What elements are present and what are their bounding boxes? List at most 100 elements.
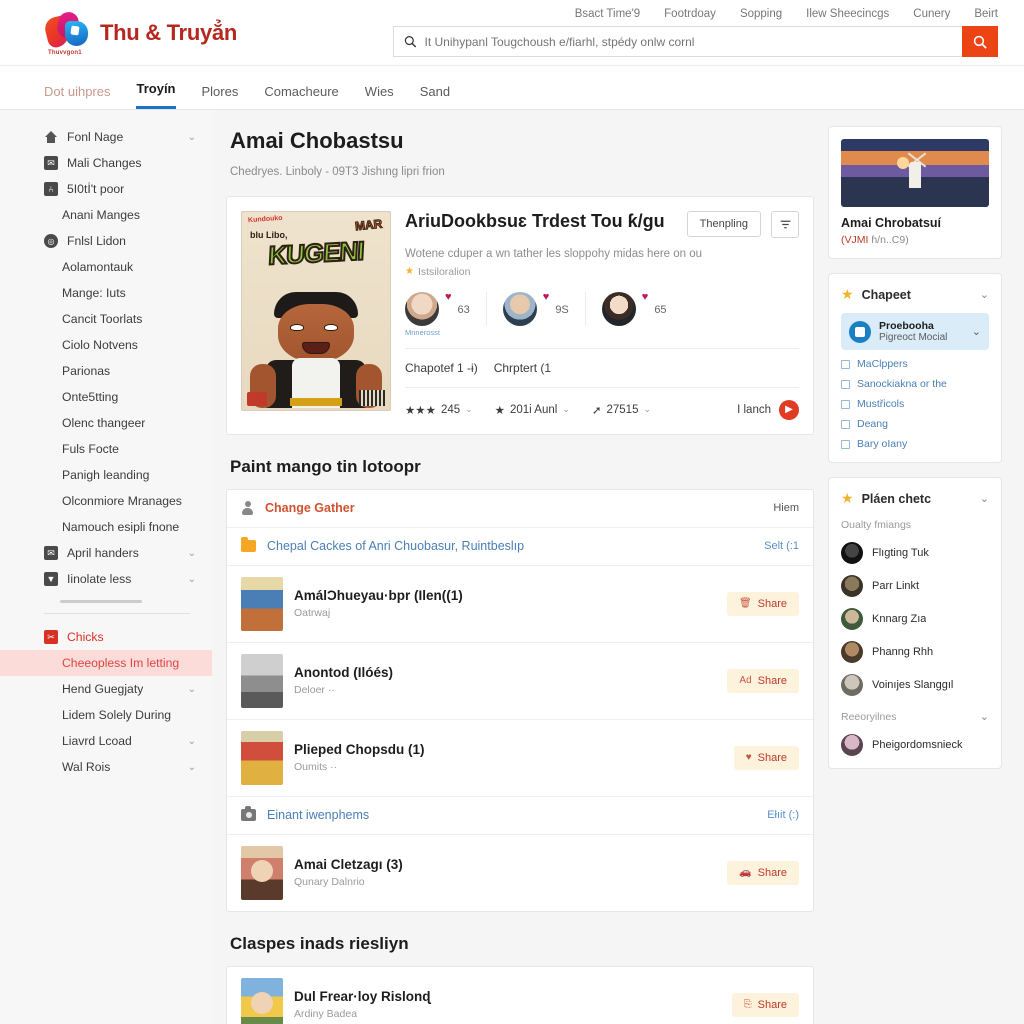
stat-rating[interactable]: ★★★ 245 ⌄: [405, 403, 473, 417]
tab-wies[interactable]: Wies: [365, 84, 394, 109]
list-item[interactable]: Phanng Rhh: [841, 641, 989, 663]
list-item[interactable]: Pheigordomsnieck: [841, 734, 989, 756]
checkbox[interactable]: [841, 419, 850, 429]
share-button[interactable]: ♥ Share: [733, 745, 799, 770]
top-link[interactable]: Ilew Sheecincgs: [806, 8, 889, 20]
search-input[interactable]: [424, 34, 952, 49]
checkbox[interactable]: [841, 359, 850, 369]
share-button[interactable]: Ad Share: [727, 668, 799, 693]
top-link[interactable]: Footrdoay: [664, 8, 716, 20]
sidebar-item-5i0tit-poor[interactable]: ⑃ 5I0tİ't poor: [0, 176, 212, 202]
sidebar-item-anani-manges[interactable]: Anani Manges: [0, 202, 212, 228]
row-link[interactable]: Einant iwenphems: [267, 808, 369, 822]
table-row[interactable]: Plieped Chopsdu (1) Oumits ·· ♥ Share: [227, 720, 813, 797]
sidebar-item-iinolate-less[interactable]: ▼ Iinolate less ⌄: [0, 566, 212, 592]
sidebar-item-fuls-focte[interactable]: Fuls Focte: [0, 436, 212, 462]
sidebar-item-namouch-esipli-fnone[interactable]: Namouch esipli fnone: [0, 514, 212, 540]
chevron-down-icon[interactable]: ⌄: [980, 288, 989, 301]
table-row[interactable]: Dul Frear·loy Rislonɖ Ardiny Badea ⎘ Sha…: [227, 967, 813, 1024]
sidebar-item-ciolo-notvens[interactable]: Ciolo Notvens: [0, 332, 212, 358]
liker-item[interactable]: ♥ 63 Mnnerosst: [405, 291, 486, 337]
tab-sand[interactable]: Sand: [420, 84, 450, 109]
chapter-link[interactable]: Chapotef 1 -ɨ): [405, 361, 478, 375]
liker-item[interactable]: ♥ 9S: [485, 290, 585, 326]
stat-views[interactable]: ➚ 27515 ⌄: [592, 403, 651, 417]
promo-card[interactable]: Amai Chrobatsuí (VJMI ɦ/n..C9): [828, 126, 1002, 259]
checkbox-row[interactable]: MaClppers: [841, 358, 989, 370]
list-row-einant-iwenphems[interactable]: Einant iwenphems Ełıit (:): [227, 797, 813, 835]
list-item[interactable]: Flıgting Tuk: [841, 542, 989, 564]
search-box[interactable]: [393, 26, 962, 57]
top-link[interactable]: Cunery: [913, 8, 950, 20]
promo-title: Amai Chrobatsuí: [841, 216, 942, 230]
sidebar-item-cheeopless-im-letting[interactable]: Cheeopless Im letting: [0, 650, 212, 676]
tab-plores[interactable]: Plores: [202, 84, 239, 109]
chapter-link[interactable]: Chrptert (1: [494, 361, 551, 375]
thumbnail: [241, 730, 283, 785]
checkbox[interactable]: [841, 439, 850, 449]
sidebar-item-parionas[interactable]: Parionas: [0, 358, 212, 384]
sidebar-item-mali-changes[interactable]: ✉ Mali Changes: [0, 150, 212, 176]
sidebar-item-aolamontauk[interactable]: Aolamontauk: [0, 254, 212, 280]
sidebar-item-hend-guegjaty[interactable]: Hend Guegjaty ⌄: [0, 676, 212, 702]
checkbox-row[interactable]: Bary oIany: [841, 438, 989, 450]
manga-cover-image[interactable]: Kundouko MAR blu Libo, KUGENI: [241, 211, 391, 411]
filter-button[interactable]: [771, 211, 799, 238]
chevron-down-icon[interactable]: ⌄: [980, 710, 989, 723]
liker-item[interactable]: ♥ 65: [584, 291, 683, 326]
sidebar-item-mange-iuts[interactable]: Mange: Iuts: [0, 280, 212, 306]
tab-troyin[interactable]: Troyín: [136, 81, 176, 109]
heart-icon: ♥: [542, 290, 550, 303]
row-action[interactable]: Ełıit (:): [767, 809, 799, 821]
sidebar-item-fonl-nage[interactable]: Fonl Nage ⌄: [0, 124, 212, 150]
row-action[interactable]: Selt (:1: [764, 540, 799, 552]
sidebar-item-ontesetting[interactable]: Onte5tting: [0, 384, 212, 410]
table-row[interactable]: AmálƆhueyau·bpr (Ilen((1) Oatrwaj 🗑 Shar…: [227, 566, 813, 643]
checkbox-row[interactable]: Deang: [841, 418, 989, 430]
top-link[interactable]: Bsact Time'9: [575, 8, 640, 20]
chevron-down-icon[interactable]: ⌄: [972, 325, 981, 338]
panel-header[interactable]: ★ Chapeet ⌄: [841, 286, 989, 303]
row-action[interactable]: Hiem: [773, 502, 799, 514]
sidebar-item-olconmiore-mranages[interactable]: Olconmiore Mranages: [0, 488, 212, 514]
sidebar-item-cancit-toorlats[interactable]: Cancit Toorlats: [0, 306, 212, 332]
list-row-change-gather[interactable]: Change Gather Hiem: [227, 490, 813, 528]
play-icon[interactable]: ▶: [779, 399, 799, 420]
sidebar-item-wal-rois[interactable]: Wal Rois ⌄: [0, 754, 212, 780]
list-row-chepal-cackes[interactable]: Chepal Cackes of Anri Chuobasur, Ruintbe…: [227, 528, 813, 566]
sidebar-item-liavrd-lcoad[interactable]: Liavrd Lcoad ⌄: [0, 728, 212, 754]
top-link[interactable]: Sopping: [740, 8, 782, 20]
sidebar-item-april-handers[interactable]: ✉ April handers ⌄: [0, 540, 212, 566]
sidebar-item-chicks[interactable]: ✂ Chicks: [0, 624, 212, 650]
table-row[interactable]: Amai Cletzagı (3) Qunary Dalnrio 🚗 Share: [227, 835, 813, 911]
list-item[interactable]: Voinıjes Slanggıl: [841, 674, 989, 696]
stat-favorites[interactable]: ★ 201i Aunl ⌄: [495, 403, 570, 417]
panel-section-header[interactable]: Reeoryilnes ⌄: [841, 710, 989, 724]
share-button[interactable]: 🗑 Share: [726, 591, 799, 616]
tab-comacheure[interactable]: Comacheure: [264, 84, 338, 109]
tab-dot-uihpres[interactable]: Dot uihpres: [44, 84, 110, 109]
share-button[interactable]: 🚗 Share: [727, 860, 799, 885]
sidebar-item-fnlsl-lidon[interactable]: ◎ Fnlsl Lidon: [0, 228, 212, 254]
checkbox-row[interactable]: Sanockiakna or the: [841, 378, 989, 390]
checkbox-row[interactable]: Mustřicols: [841, 398, 989, 410]
thenpling-button[interactable]: Thenpling: [686, 211, 761, 237]
top-link[interactable]: Beirt: [974, 8, 998, 20]
chevron-down-icon[interactable]: ⌄: [980, 492, 989, 505]
sidebar-item-olenc-thangeer[interactable]: Olenc thangeer: [0, 410, 212, 436]
checkbox[interactable]: [841, 399, 850, 409]
list-item[interactable]: Parr Linkt: [841, 575, 989, 597]
list-item[interactable]: Knnarg Zıa: [841, 608, 989, 630]
search-submit-button[interactable]: [962, 26, 998, 57]
sidebar-item-panigh-leanding[interactable]: Panigh leanding: [0, 462, 212, 488]
table-row[interactable]: Anontod (Ilóés) Deloer ·· Ad Share: [227, 643, 813, 720]
share-button[interactable]: ⎘ Share: [731, 992, 799, 1017]
selected-item[interactable]: Proebooha Pigreoct Mocial ⌄: [841, 313, 989, 350]
row-link[interactable]: Change Gather: [265, 501, 355, 515]
checkbox[interactable]: [841, 379, 850, 389]
sidebar-item-lidem-solely-during[interactable]: Lidem Solely During: [0, 702, 212, 728]
panel-header[interactable]: ★ Pláen chetc ⌄: [841, 490, 989, 507]
brand[interactable]: Thuvvgon1 Thu & Truyẳn: [42, 9, 237, 56]
row-link[interactable]: Chepal Cackes of Anri Chuobasur, Ruintbe…: [267, 539, 524, 553]
sidebar-scrollbar[interactable]: [60, 600, 142, 603]
